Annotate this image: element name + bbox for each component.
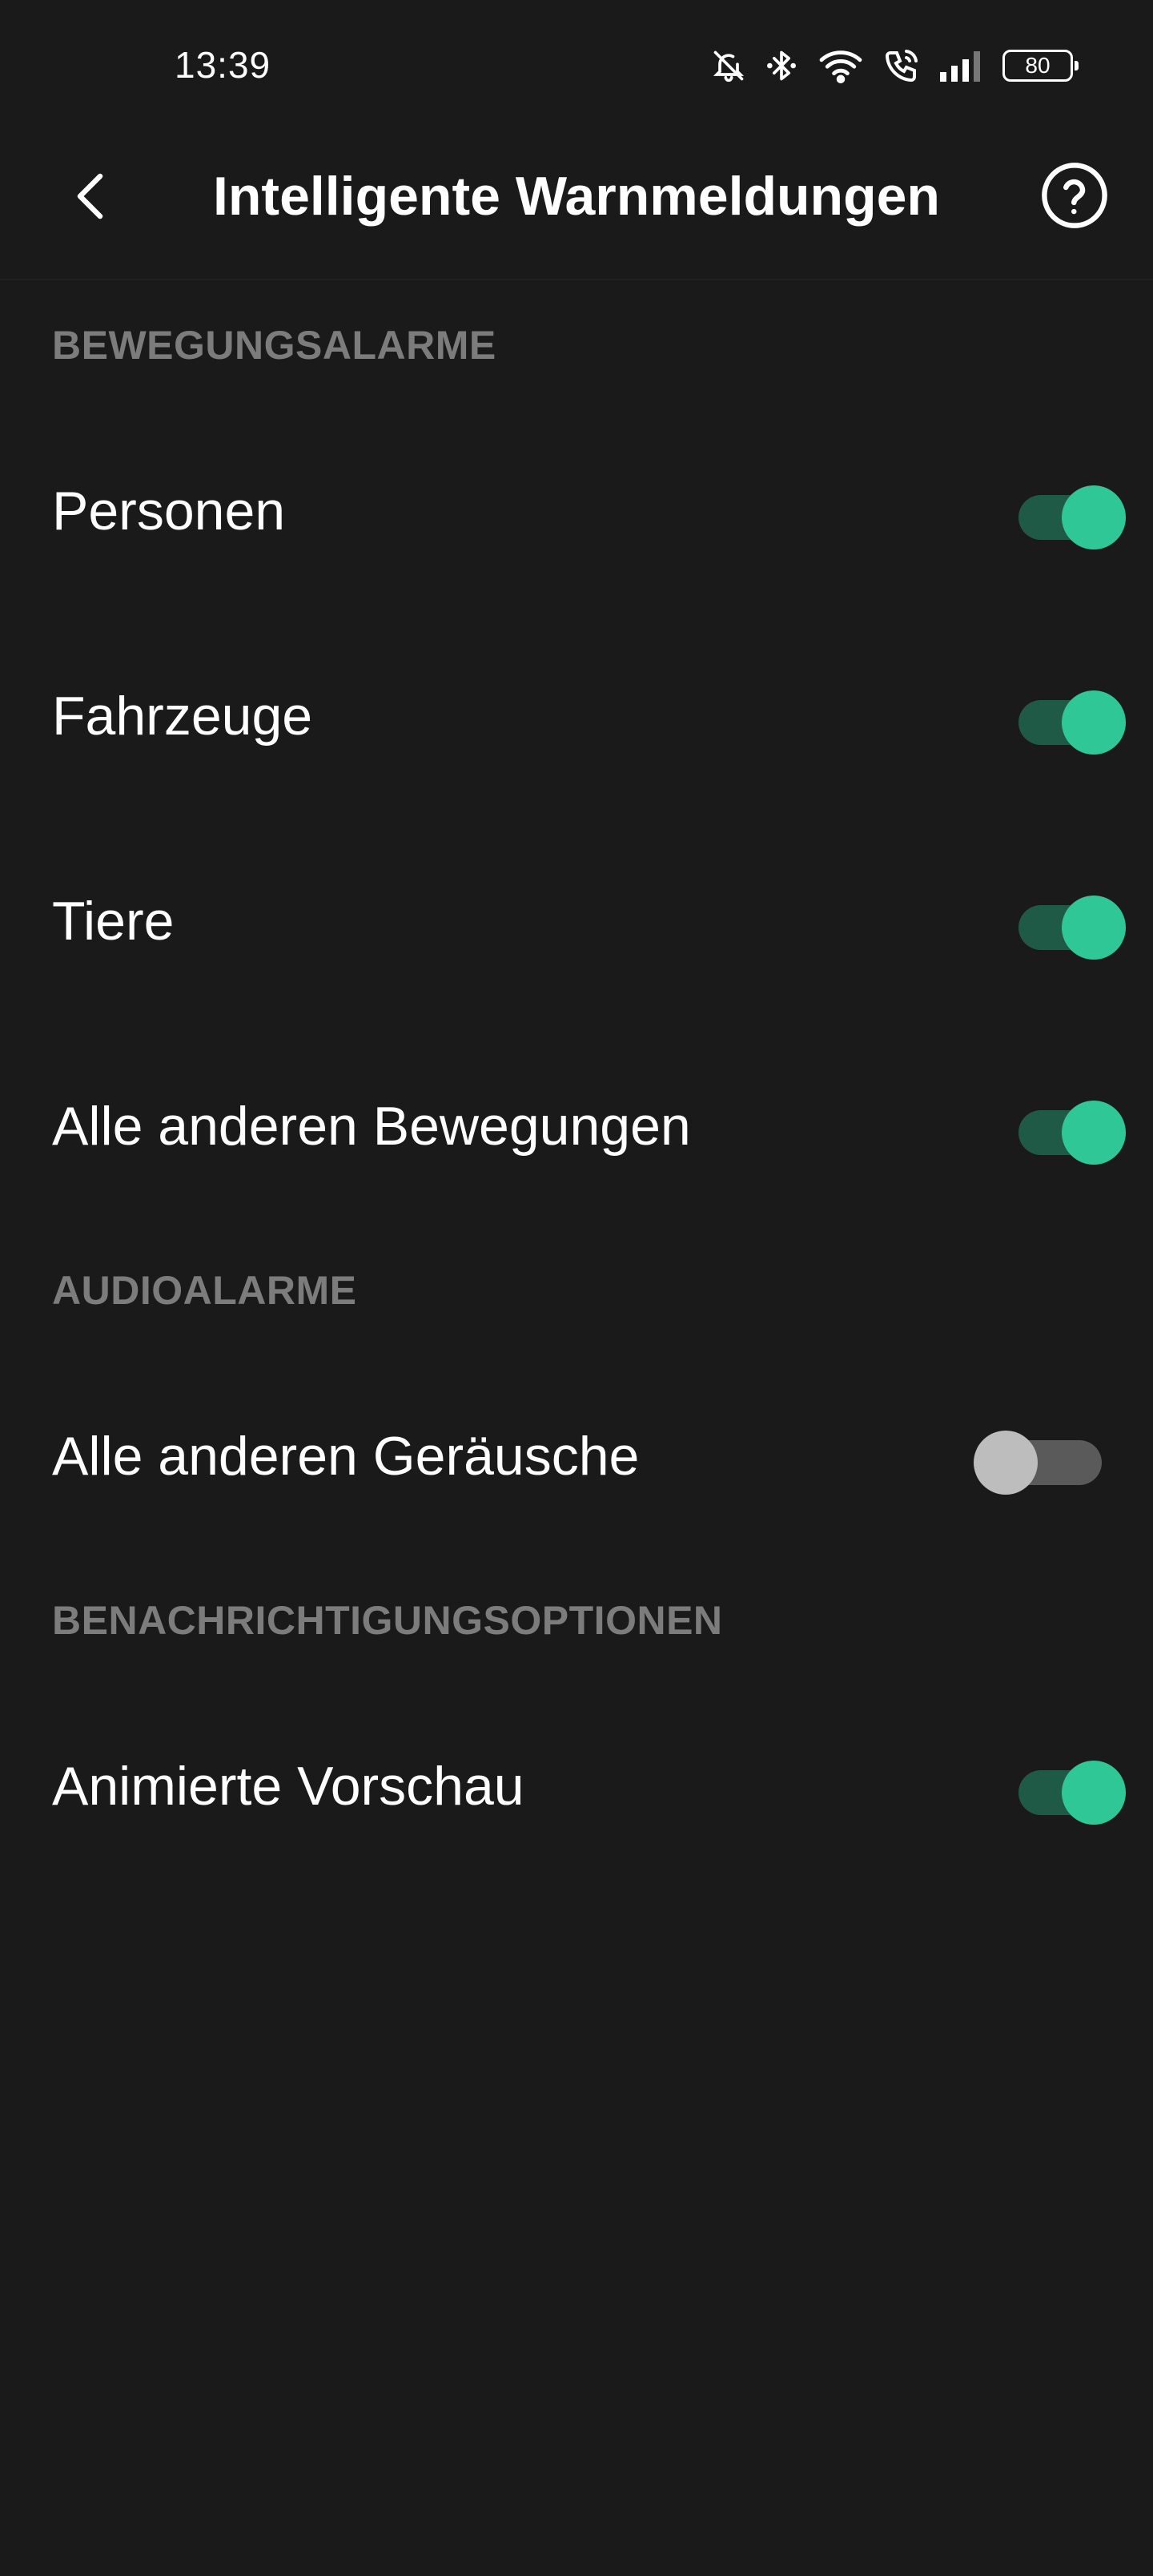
- setting-row-personen: Personen: [0, 439, 1153, 583]
- bell-muted-icon: [711, 48, 746, 83]
- section-header-audio: AUDIOALARME: [52, 1268, 357, 1313]
- toggle-knob: [1062, 1101, 1126, 1165]
- toggle-knob: [1062, 690, 1126, 755]
- setting-row-fahrzeuge: Fahrzeuge: [0, 644, 1153, 788]
- help-circle-icon: [1040, 161, 1109, 234]
- toggle-knob: [1062, 485, 1126, 549]
- section-header-notifications: BENACHRICHTIGUNGSOPTIONEN: [52, 1598, 723, 1643]
- wifi-icon: [817, 46, 865, 85]
- toggle-knob: [974, 1431, 1038, 1495]
- setting-row-tiere: Tiere: [0, 849, 1153, 993]
- section-header-motion: BEWEGUNGSALARME: [52, 323, 496, 368]
- page-title: Intelligente Warnmeldungen: [213, 166, 940, 227]
- status-time: 13:39: [175, 44, 271, 86]
- setting-label: Tiere: [52, 891, 175, 952]
- toggle-alle-bewegungen[interactable]: [1018, 1093, 1126, 1165]
- setting-label: Fahrzeuge: [52, 686, 313, 747]
- status-bar: 13:39 80: [0, 0, 1153, 128]
- setting-label: Alle anderen Bewegungen: [52, 1096, 691, 1157]
- setting-row-alle-bewegungen: Alle anderen Bewegungen: [0, 1054, 1153, 1198]
- setting-label: Animierte Vorschau: [52, 1756, 524, 1817]
- toggle-tiere[interactable]: [1018, 888, 1126, 960]
- signal-icon: [938, 50, 985, 82]
- toggle-knob: [1062, 896, 1126, 960]
- app-header: Intelligente Warnmeldungen: [0, 128, 1153, 280]
- setting-row-animierte-vorschau: Animierte Vorschau: [0, 1714, 1153, 1858]
- bluetooth-icon: [764, 46, 799, 85]
- toggle-animierte-vorschau[interactable]: [1018, 1753, 1126, 1825]
- toggle-personen[interactable]: [1018, 477, 1126, 549]
- setting-label: Personen: [52, 481, 286, 541]
- help-button[interactable]: [1036, 159, 1113, 235]
- toggle-alle-geraeusche[interactable]: [974, 1423, 1105, 1495]
- battery-icon: 80: [1002, 50, 1079, 82]
- setting-label: Alle anderen Geräusche: [52, 1426, 640, 1487]
- battery-level: 80: [1025, 53, 1051, 78]
- toggle-fahrzeuge[interactable]: [1018, 682, 1126, 755]
- status-icons: 80: [711, 42, 1079, 90]
- setting-row-alle-geraeusche: Alle anderen Geräusche: [0, 1384, 1153, 1528]
- wifi-call-icon: [882, 46, 921, 85]
- toggle-knob: [1062, 1761, 1126, 1825]
